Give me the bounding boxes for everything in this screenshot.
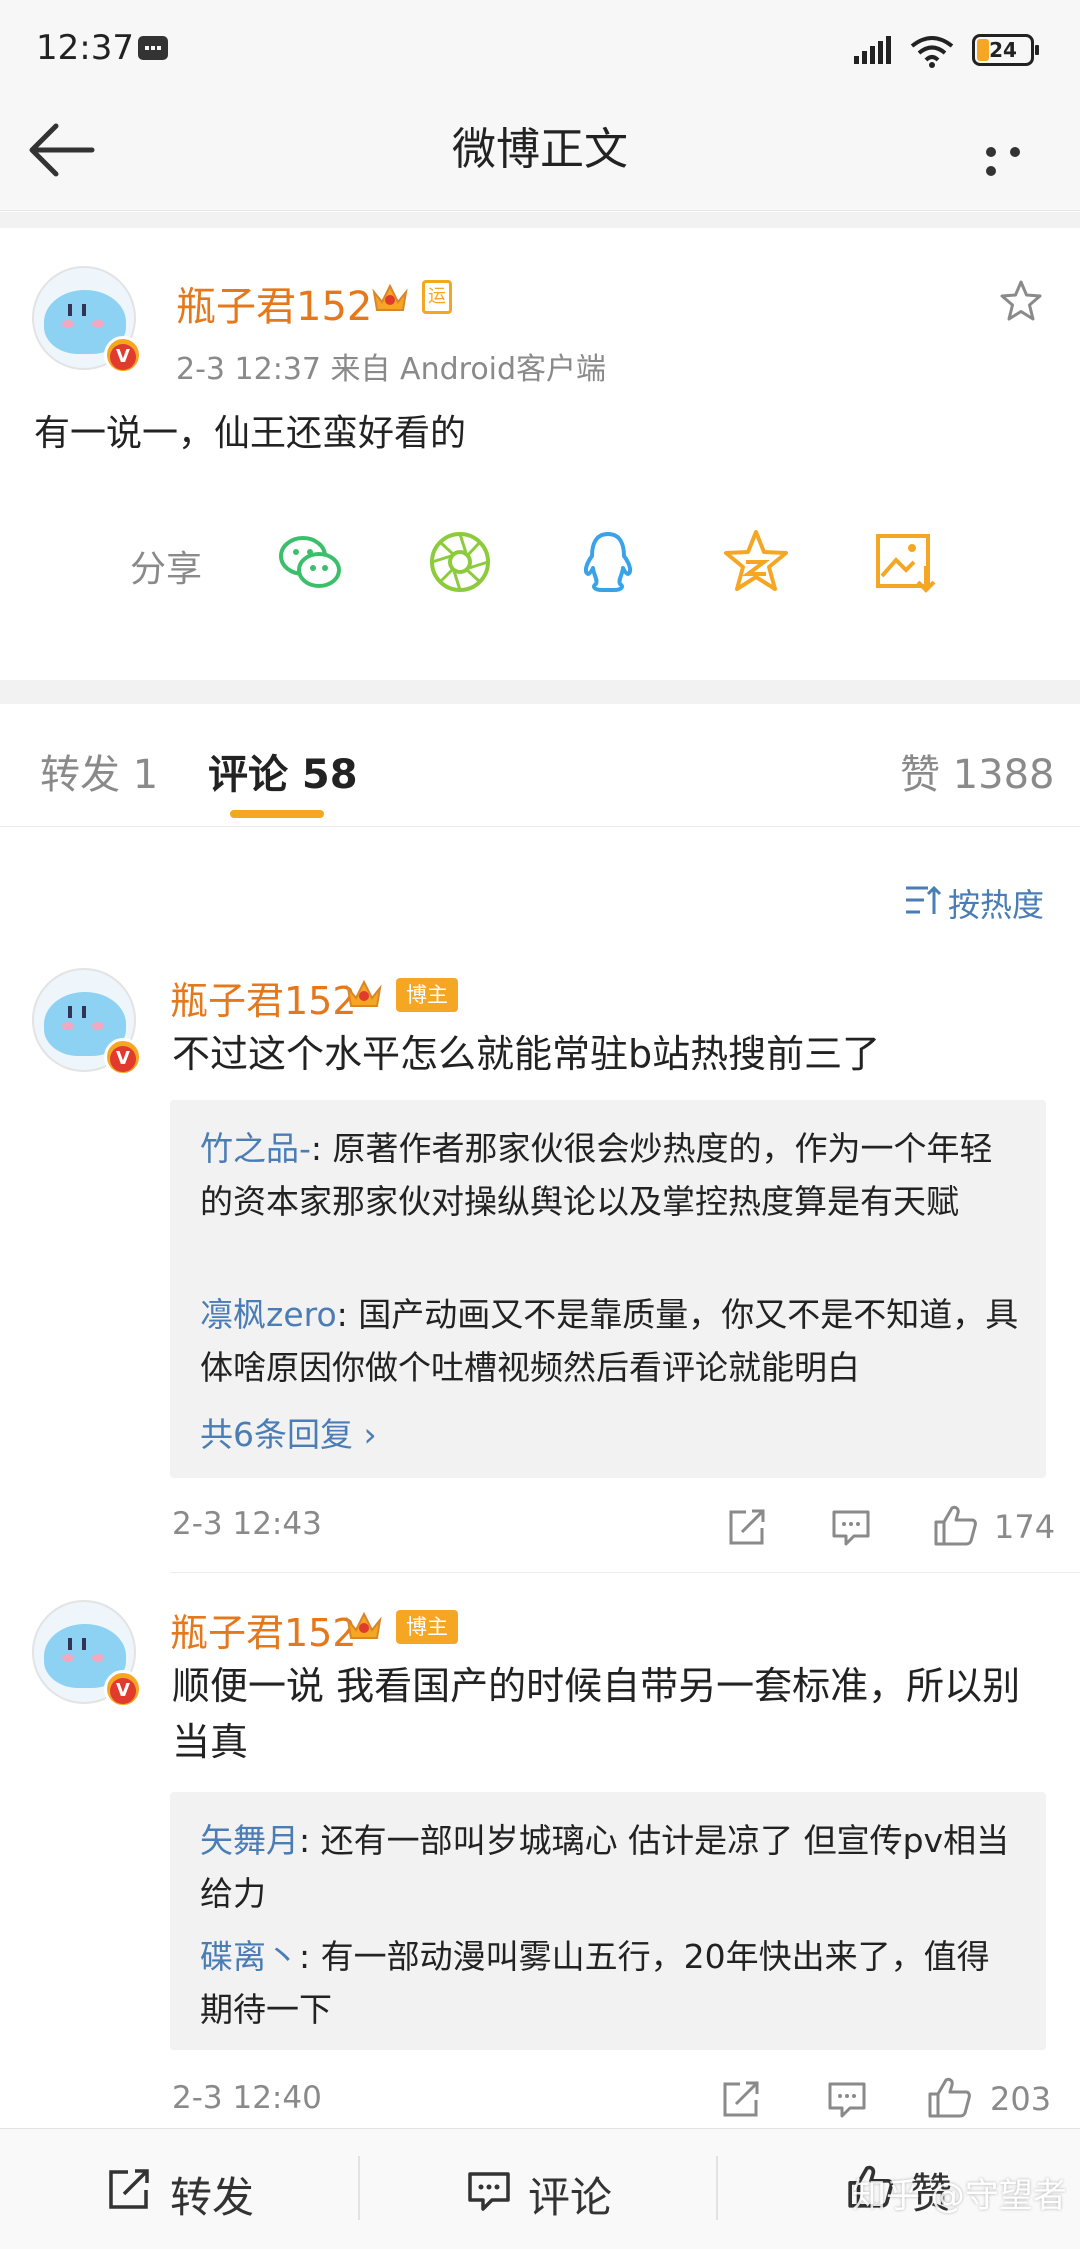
like-count: 174 [994,1508,1056,1546]
wechat-icon[interactable] [276,528,344,596]
more-replies-link[interactable]: 共6条回复 › [200,1408,377,1456]
comment-icon[interactable] [826,2078,868,2120]
comment-time: 2-3 12:40 [172,2080,322,2116]
tab-like[interactable]: 赞 1388 [900,742,1055,800]
author-badge: 博主 [396,978,458,1012]
verified-v-icon: V [104,1038,142,1076]
battery-icon: 24 [972,34,1039,66]
repost-icon[interactable] [726,1506,768,1548]
vip-crown-icon [346,979,382,1007]
vip-crown-icon [346,1611,382,1639]
comment-username[interactable]: 瓶子君152 [170,1602,357,1657]
reply-text: : 还有一部叫岁城璃心 估计是凉了 但宣传pv相当给力 [200,1821,1010,1913]
reply-text: : 有一部动漫叫雾山五行，20年快出来了，值得期待一下 [200,1937,990,2029]
divider [0,826,1080,827]
message-icon [138,36,168,60]
reply-item[interactable]: 竹之品-: 原著作者那家伙很会炒热度的，作为一个年轻的资本家那家伙对操纵舆论以及… [200,1122,1020,1228]
reply-username[interactable]: 矢舞月 [200,1821,299,1860]
repost-button[interactable]: 转发 [170,2164,254,2225]
post-meta: 2-3 12:37 来自 Android客户端 [176,352,607,387]
comment-time: 2-3 12:43 [172,1506,322,1542]
verified-v-icon: V [104,336,142,374]
repost-icon[interactable] [720,2078,762,2120]
sort-by-hot-button[interactable]: 按热度 [948,880,1044,926]
comment-username[interactable]: 瓶子君152 [170,970,357,1025]
tab-repost[interactable]: 转发 1 [40,742,158,800]
more-menu-icon[interactable] [986,142,1056,176]
battery-level: 24 [989,38,1017,62]
share-label: 分享 [130,549,203,590]
reply-text: : 原著作者那家伙很会炒热度的，作为一个年轻的资本家那家伙对操纵舆论以及掌控热度… [200,1129,993,1221]
comment-icon[interactable] [830,1506,872,1548]
wifi-icon [910,36,954,68]
signal-icon [854,36,891,64]
reply-item[interactable]: 碟离丶: 有一部动漫叫雾山五行，20年快出来了，值得期待一下 [200,1930,1020,2036]
reply-item[interactable]: 凛枫zero: 国产动画又不是靠质量，你又不是不知道，具体啥原因你做个吐槽视频然… [200,1288,1020,1394]
vip-tag: 运 [422,280,452,314]
like-thumb-icon[interactable] [932,1502,978,1548]
section-gap [0,680,1080,704]
like-thumb-icon[interactable] [926,2074,972,2120]
reply-item[interactable]: 矢舞月: 还有一部叫岁城璃心 估计是凉了 但宣传pv相当给力 [200,1814,1020,1920]
status-time: 12:37 [36,28,134,68]
section-gap [0,212,1080,228]
moments-icon[interactable] [426,528,494,596]
reply-username[interactable]: 竹之品- [200,1129,311,1168]
divider [358,2156,360,2220]
watermark: 知乎 @守望者 [852,2176,1067,2216]
tab-comment[interactable]: 评论 58 [208,742,358,800]
sort-icon[interactable] [904,884,942,918]
reply-username[interactable]: 碟离丶 [200,1937,299,1976]
reply-username[interactable]: 凛枫zero [200,1295,337,1334]
comment-icon[interactable] [466,2168,512,2214]
active-tab-indicator [230,810,324,818]
qq-icon[interactable] [574,528,642,596]
vip-crown-icon [372,283,408,311]
favorite-star-icon[interactable] [998,278,1044,324]
qzone-icon[interactable] [722,528,790,596]
divider [170,1572,1080,1573]
comment-button[interactable]: 评论 [528,2164,612,2225]
like-count: 203 [990,2080,1052,2118]
post-text: 有一说一，仙王还蛮好看的 [34,413,467,454]
verified-v-icon: V [104,1670,142,1708]
post-username[interactable]: 瓶子君152 [176,274,372,332]
divider [716,2156,718,2220]
comment-text: 不过这个水平怎么就能常驻b站热搜前三了 [172,1032,881,1076]
save-image-icon[interactable] [872,528,940,596]
author-badge: 博主 [396,1610,458,1644]
comment-text: 顺便一说 我看国产的时候自带另一套标准，所以别当真 [172,1664,1021,1764]
page-title: 微博正文 [452,124,628,175]
repost-icon[interactable] [106,2166,152,2212]
